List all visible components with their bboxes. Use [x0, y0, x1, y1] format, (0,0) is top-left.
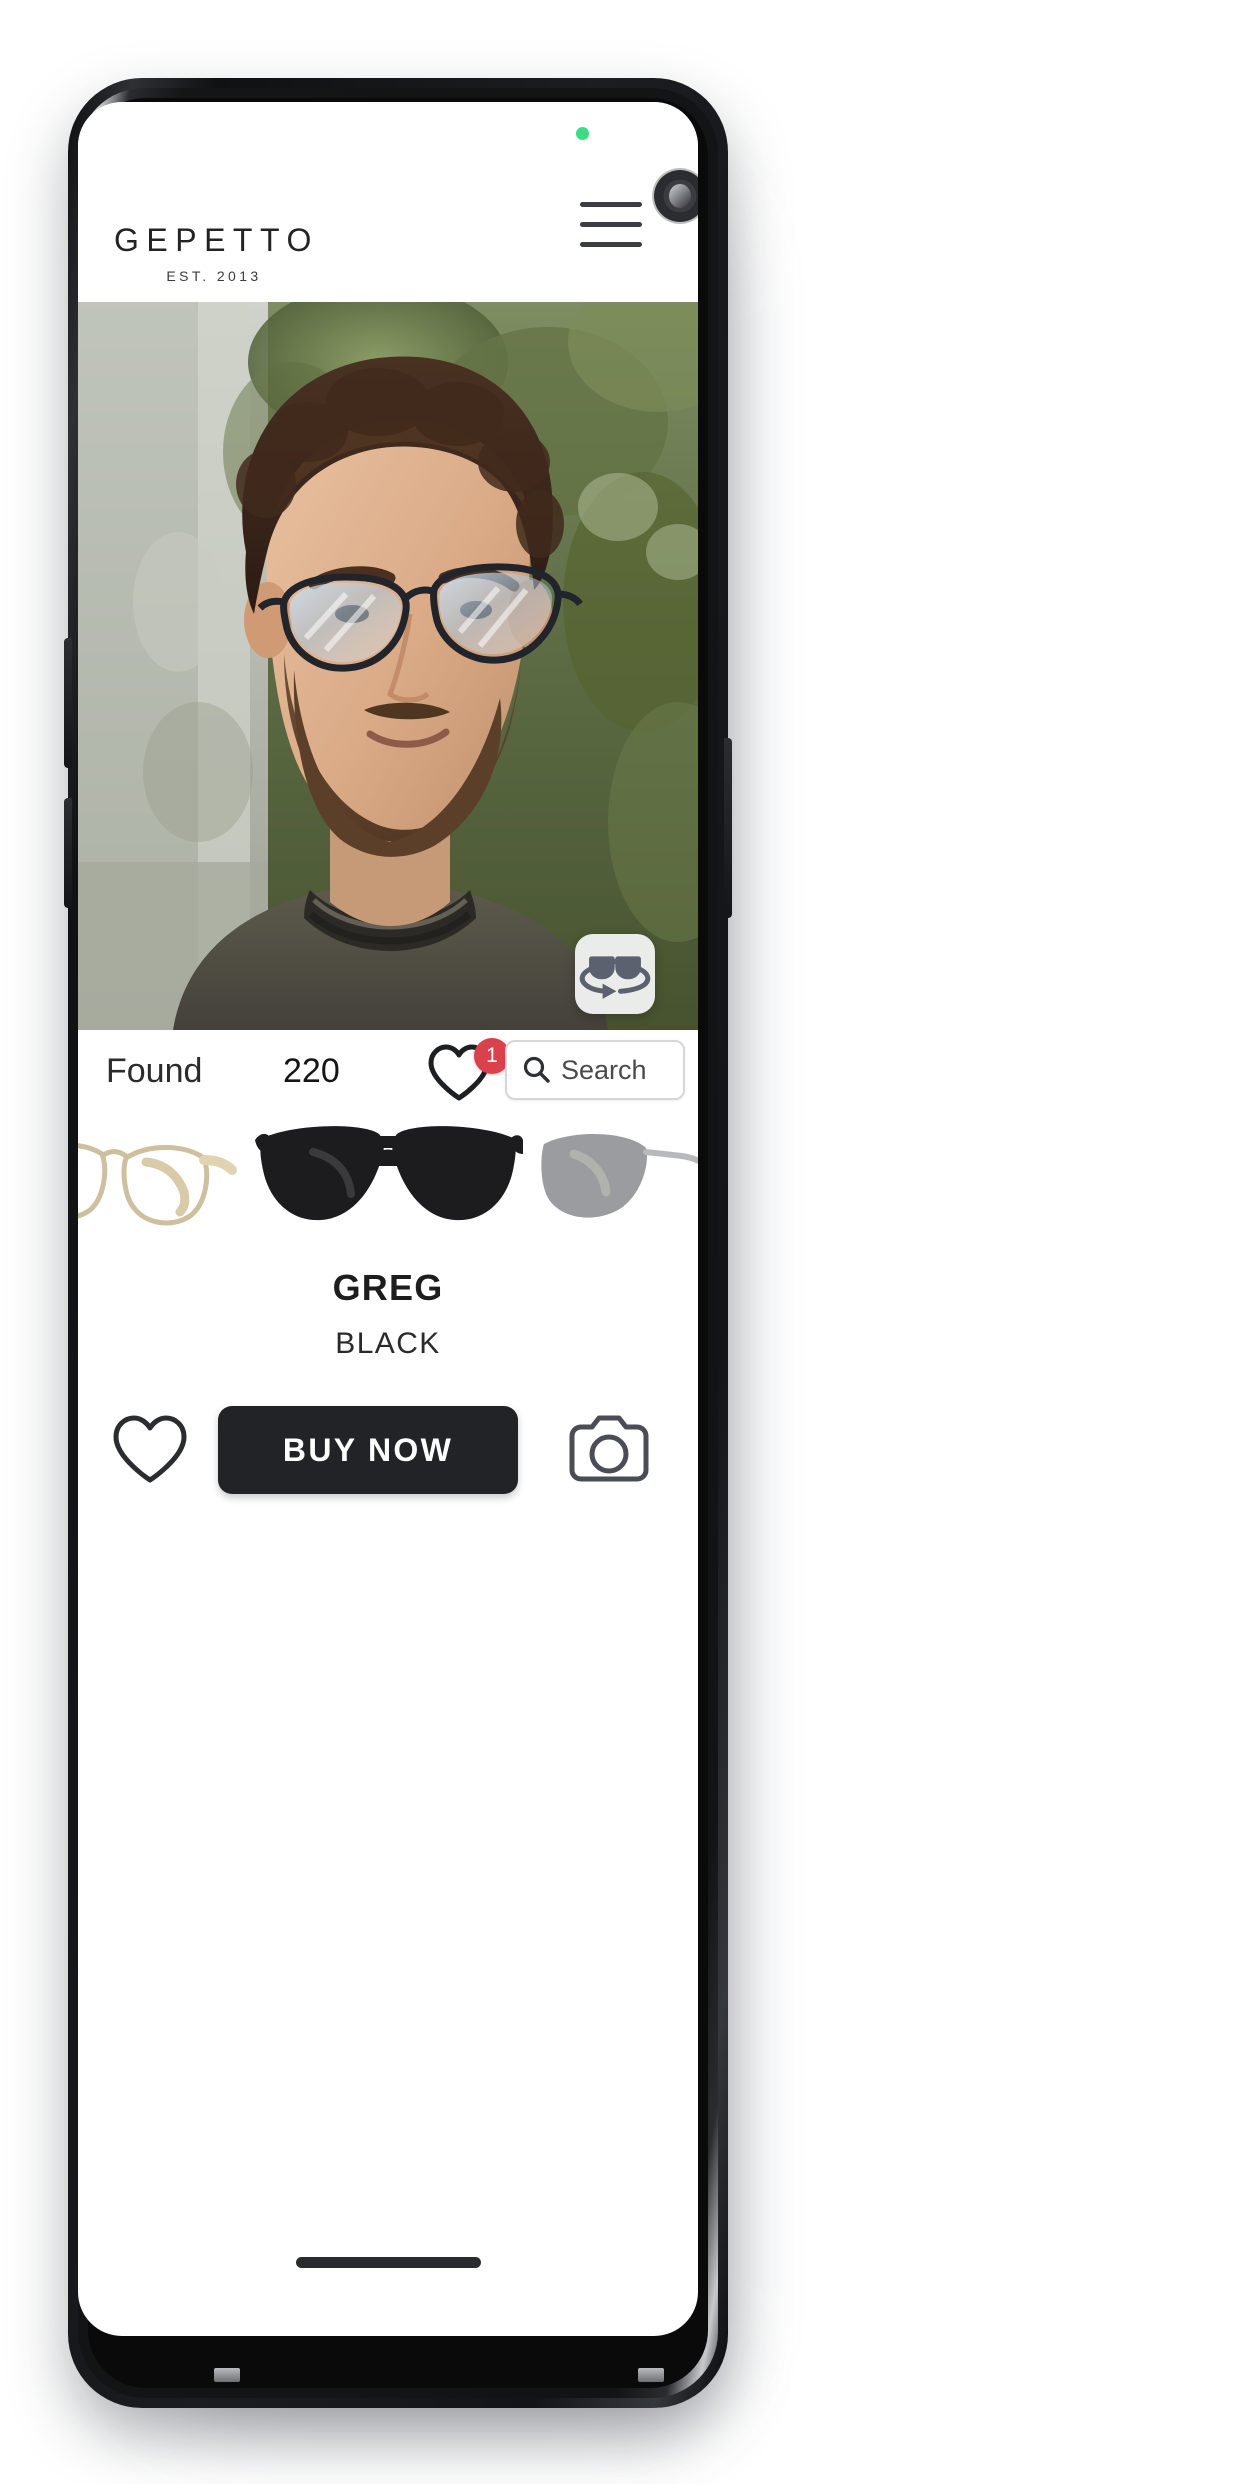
home-indicator[interactable] [296, 2257, 481, 2268]
antenna-band-bottom-left [214, 2368, 240, 2382]
hamburger-bar-3 [580, 242, 642, 247]
hamburger-bar-1 [580, 202, 642, 207]
virtual-try-on-camera-button[interactable] [566, 1414, 652, 1486]
product-name: GREG [332, 1267, 444, 1308]
hero-photo[interactable] [78, 302, 698, 1030]
results-bar: Found 220 1 [78, 1030, 698, 1114]
heart-outline-icon [113, 1415, 187, 1483]
screenshot-root: GEPETTO EST. 2013 Found 220 1 Search GRE… [0, 0, 1242, 2484]
brand-logo[interactable]: GEPETTO EST. 2013 [114, 224, 314, 284]
magnifier-icon [523, 1056, 550, 1083]
volume-down-button[interactable] [64, 798, 72, 908]
search-input[interactable] [561, 1054, 671, 1086]
found-label: Found [106, 1052, 203, 1090]
app-header: GEPETTO EST. 2013 [78, 102, 698, 302]
favorites-button[interactable]: 1 [426, 1038, 510, 1106]
carousel-item-previous[interactable] [78, 1114, 246, 1244]
punch-hole-camera-icon [654, 170, 698, 222]
antenna-band-bottom-right [638, 2368, 664, 2382]
carousel-item-next[interactable] [530, 1114, 698, 1244]
product-color: BLACK [335, 1327, 441, 1360]
hamburger-menu-icon[interactable] [580, 202, 642, 248]
brand-name: GEPETTO [114, 222, 319, 258]
camera-outline-icon [569, 1415, 649, 1482]
green-indicator-led [576, 127, 589, 140]
search-box[interactable] [505, 1040, 685, 1100]
action-bar: BUY NOW [78, 1392, 698, 1512]
hamburger-bar-2 [580, 222, 642, 227]
volume-up-button[interactable] [64, 638, 72, 768]
brand-tagline: EST. 2013 [166, 268, 262, 284]
found-count: 220 [283, 1052, 340, 1090]
rotate-3d-glasses-icon[interactable] [575, 934, 655, 1014]
phone-device: GEPETTO EST. 2013 Found 220 1 Search GRE… [64, 78, 732, 2408]
add-to-favorites-button[interactable] [110, 1412, 190, 1488]
glasses-carousel[interactable] [78, 1114, 698, 1244]
carousel-item-current[interactable] [253, 1114, 523, 1244]
phone-screen: GEPETTO EST. 2013 Found 220 1 Search GRE… [78, 102, 698, 2336]
power-button[interactable] [724, 738, 732, 918]
buy-now-button[interactable]: BUY NOW [218, 1406, 518, 1494]
